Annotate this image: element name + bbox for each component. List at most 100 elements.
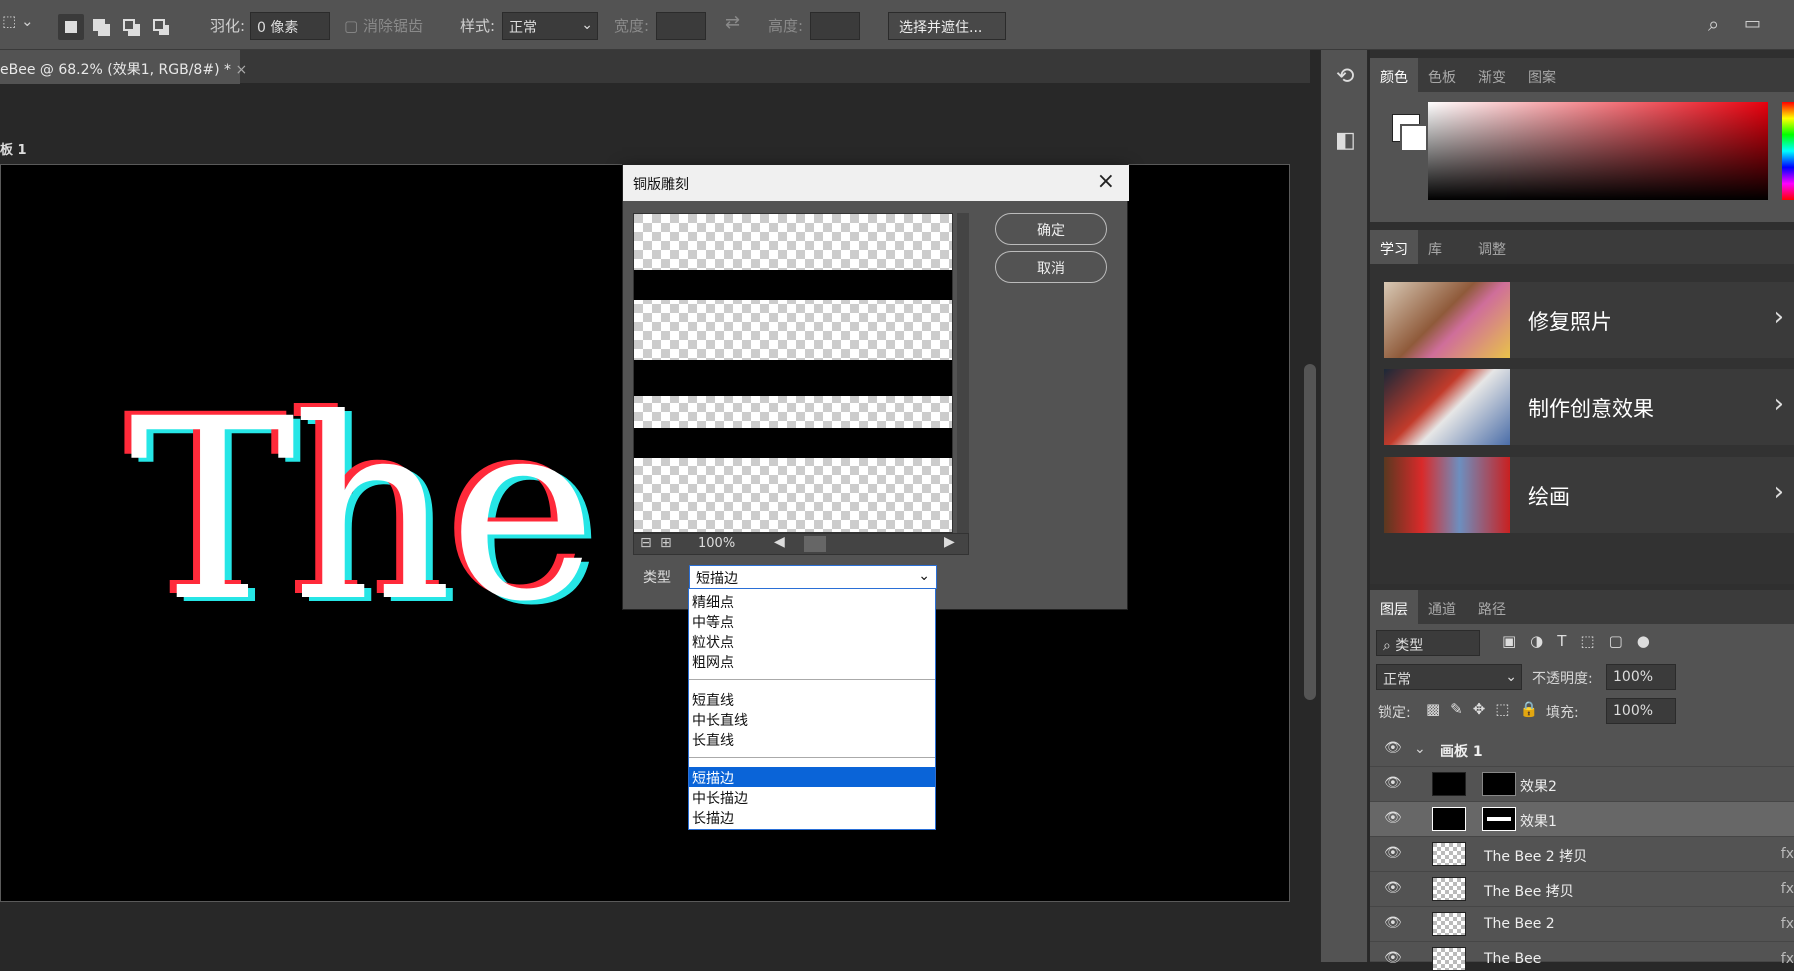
layer-row-selected[interactable]: 👁 效果1 [1370, 802, 1794, 837]
dropdown-option[interactable]: 短直线 [689, 689, 935, 709]
dropdown-separator [689, 757, 935, 758]
learn-card-label: 绘画 [1528, 485, 1570, 509]
intersect-selection-icon[interactable] [148, 14, 174, 40]
layer-thumbnail [1432, 947, 1466, 971]
add-selection-icon[interactable] [88, 14, 114, 40]
dropdown-option[interactable]: 精细点 [689, 591, 935, 611]
layer-thumbnail [1432, 877, 1466, 901]
eye-icon[interactable]: 👁 [1384, 880, 1402, 896]
style-label: 样式: [460, 17, 496, 35]
background-swatch[interactable] [1400, 124, 1428, 152]
layer-row[interactable]: 👁 The Bee 拷贝 fx [1370, 872, 1794, 907]
preview-scrollbar[interactable] [957, 213, 969, 533]
subtract-selection-icon[interactable] [118, 14, 144, 40]
document-tab-title: eBee @ 68.2% (效果1, RGB/8#) * [0, 62, 231, 78]
close-icon[interactable]: × [1097, 169, 1115, 194]
type-select[interactable]: 短描边 ⌄ [689, 565, 937, 589]
fill-input[interactable]: 100% [1606, 698, 1676, 724]
history-icon[interactable]: ⟲ [1336, 64, 1354, 89]
layer-name: The Bee [1484, 951, 1542, 967]
cancel-button[interactable]: 取消 [995, 251, 1107, 283]
fx-icon[interactable]: fx [1781, 951, 1794, 967]
dropdown-option[interactable]: 长直线 [689, 729, 935, 749]
tab-learn[interactable]: 学习 [1370, 230, 1418, 264]
dropdown-separator [689, 679, 935, 680]
height-input[interactable] [810, 12, 860, 40]
dropdown-option[interactable]: 中长描边 [689, 787, 935, 807]
chevron-down-icon[interactable]: ⌄ [1414, 741, 1426, 757]
tab-channels[interactable]: 通道 [1428, 599, 1456, 619]
layer-row[interactable]: 👁 The Bee fx [1370, 942, 1794, 971]
tab-swatches[interactable]: 色板 [1428, 67, 1456, 87]
select-and-mask-button[interactable]: 选择并遮住... [888, 12, 1006, 40]
dropdown-option[interactable]: 中长直线 [689, 709, 935, 729]
layers-panel-tabs: 图层 通道 路径 [1370, 590, 1794, 624]
dropdown-option[interactable]: 粒状点 [689, 631, 935, 651]
artboard-label: 板 1 [0, 143, 27, 158]
feather-input[interactable]: 0 像素 [250, 12, 330, 40]
learn-card[interactable]: 绘画 › [1384, 457, 1794, 533]
properties-icon[interactable]: ◧ [1335, 128, 1356, 153]
chevron-right-icon: › [1773, 389, 1784, 419]
fx-icon[interactable]: fx [1781, 846, 1794, 862]
learn-card-label: 制作创意效果 [1528, 397, 1654, 421]
document-tab[interactable]: eBee @ 68.2% (效果1, RGB/8#) * × [0, 50, 247, 84]
layer-filter-select[interactable]: ⌕ 类型 [1376, 630, 1480, 656]
fx-icon[interactable]: fx [1781, 881, 1794, 897]
workspace-icon[interactable]: ▭ [1744, 13, 1761, 34]
zoom-level[interactable]: 100% [698, 536, 735, 551]
marquee-tool-icon[interactable]: ⬚ ⌄ [2, 12, 34, 30]
filter-preview[interactable] [633, 213, 953, 533]
dropdown-option[interactable]: 粗网点 [689, 651, 935, 671]
layer-row[interactable]: 👁 The Bee 2 拷贝 fx [1370, 837, 1794, 872]
dropdown-option-selected[interactable]: 短描边 [689, 767, 935, 787]
learn-card[interactable]: 制作创意效果 › [1384, 369, 1794, 445]
eye-icon[interactable]: 👁 [1384, 950, 1402, 966]
fx-icon[interactable]: fx [1781, 916, 1794, 932]
anti-alias-checkbox[interactable]: ▢ 消除锯齿 [344, 15, 423, 36]
layer-row[interactable]: 👁 The Bee 2 fx [1370, 907, 1794, 942]
learn-card[interactable]: 修复照片 › [1384, 282, 1794, 358]
scrollbar-thumb[interactable] [1304, 364, 1316, 700]
tab-color[interactable]: 颜色 [1370, 58, 1418, 92]
eye-icon[interactable]: 👁 [1384, 740, 1402, 756]
close-icon[interactable]: × [235, 62, 247, 78]
eye-icon[interactable]: 👁 [1384, 810, 1402, 826]
height-label: 高度: [768, 17, 804, 35]
opacity-input[interactable]: 100% [1606, 664, 1676, 690]
search-icon[interactable]: ⌕ [1708, 12, 1719, 36]
zoom-in-icon[interactable]: ⊞ [660, 535, 672, 551]
width-input[interactable] [656, 12, 706, 40]
eye-icon[interactable]: 👁 [1384, 915, 1402, 931]
layer-row[interactable]: 👁 效果2 [1370, 767, 1794, 802]
swap-icon[interactable]: ⇄ [725, 12, 740, 33]
dropdown-option[interactable]: 长描边 [689, 807, 935, 827]
right-arrow-icon[interactable]: ▶ [944, 534, 955, 550]
tab-patterns[interactable]: 图案 [1528, 67, 1556, 87]
lock-icons[interactable]: ▩✎✥⬚🔒 [1426, 700, 1548, 718]
preview-zoom-bar: ⊟ ⊞ 100% ◀ ▶ [633, 533, 969, 555]
layer-name: 效果2 [1520, 779, 1557, 795]
feather-label: 羽化: [210, 17, 246, 35]
eye-icon[interactable]: 👁 [1384, 845, 1402, 861]
tab-libraries[interactable]: 库 [1428, 239, 1442, 259]
blend-mode-select[interactable]: 正常 ⌄ [1376, 664, 1522, 690]
tab-paths[interactable]: 路径 [1478, 599, 1506, 619]
color-field[interactable] [1428, 102, 1768, 200]
zoom-out-icon[interactable]: ⊟ [640, 535, 652, 551]
ok-button[interactable]: 确定 [995, 213, 1107, 245]
style-select[interactable]: 正常 ⌄ [502, 12, 598, 40]
tab-layers[interactable]: 图层 [1370, 590, 1418, 624]
chevron-right-icon: › [1773, 477, 1784, 507]
layer-group-row[interactable]: 👁 ⌄ 画板 1 [1370, 732, 1794, 767]
hue-slider[interactable] [1782, 102, 1794, 200]
layer-filter-icons[interactable]: ▣◑T⬚▢● [1502, 632, 1664, 650]
canvas-text: The [129, 365, 597, 656]
dropdown-option[interactable]: 中等点 [689, 611, 935, 631]
tab-gradients[interactable]: 渐变 [1478, 67, 1506, 87]
eye-icon[interactable]: 👁 [1384, 775, 1402, 791]
preview-hscroll-thumb[interactable] [804, 536, 826, 552]
left-arrow-icon[interactable]: ◀ [774, 534, 785, 550]
new-selection-icon[interactable] [58, 14, 84, 40]
tab-adjustments[interactable]: 调整 [1478, 239, 1506, 259]
